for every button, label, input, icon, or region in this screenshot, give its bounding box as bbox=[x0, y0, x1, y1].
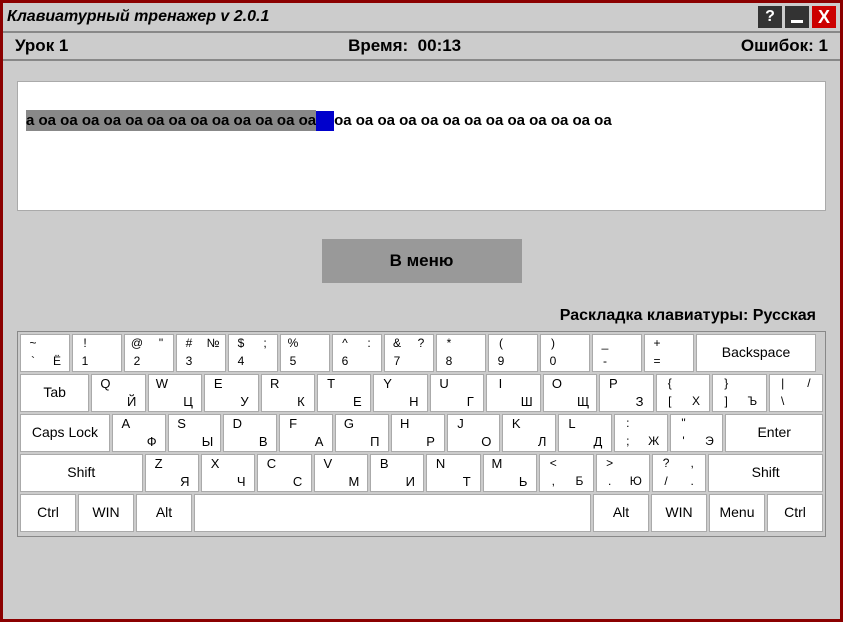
key-n[interactable]: NТ bbox=[426, 454, 480, 492]
key-r4-8[interactable]: >.Ю bbox=[596, 454, 650, 492]
key-ctrl-left[interactable]: Ctrl bbox=[20, 494, 76, 532]
key-4[interactable]: $;4 bbox=[228, 334, 278, 372]
key-j[interactable]: JО bbox=[447, 414, 501, 452]
key-6[interactable]: ^:6 bbox=[332, 334, 382, 372]
close-button[interactable]: X bbox=[812, 6, 836, 28]
keyboard-row-1: ~`Ё!1@"2#№3$;4%5^:6&?7*8(9)0_-+=Backspac… bbox=[20, 334, 823, 372]
key-menu[interactable]: Menu bbox=[709, 494, 765, 532]
key-w[interactable]: WЦ bbox=[148, 374, 202, 412]
app-title: Клавиатурный тренажер v 2.0.1 bbox=[7, 8, 269, 26]
key-x[interactable]: XЧ bbox=[201, 454, 255, 492]
layout-label: Раскладка клавиатуры: Русская bbox=[17, 303, 826, 331]
key-y[interactable]: YН bbox=[373, 374, 427, 412]
key-q[interactable]: QЙ bbox=[91, 374, 145, 412]
cursor bbox=[316, 111, 334, 131]
key-alt-left[interactable]: Alt bbox=[136, 494, 192, 532]
key-9[interactable]: (9 bbox=[488, 334, 538, 372]
key-r4-9[interactable]: ?,/. bbox=[652, 454, 706, 492]
key-s[interactable]: SЫ bbox=[168, 414, 222, 452]
key-backspace[interactable]: Backspace bbox=[696, 334, 816, 372]
key-z[interactable]: ZЯ bbox=[145, 454, 199, 492]
key-b[interactable]: BИ bbox=[370, 454, 424, 492]
lesson-label: Урок 1 bbox=[15, 36, 68, 56]
help-button[interactable]: ? bbox=[758, 6, 782, 28]
key-d[interactable]: DВ bbox=[223, 414, 277, 452]
key-=[interactable]: += bbox=[644, 334, 694, 372]
key-t[interactable]: TЕ bbox=[317, 374, 371, 412]
key-r2-10[interactable]: {[Х bbox=[656, 374, 710, 412]
key-ctrl-right[interactable]: Ctrl bbox=[767, 494, 823, 532]
key-i[interactable]: IШ bbox=[486, 374, 540, 412]
titlebar: Клавиатурный тренажер v 2.0.1 ? X bbox=[3, 3, 840, 31]
app-window: Клавиатурный тренажер v 2.0.1 ? X Урок 1… bbox=[0, 0, 843, 622]
content-area: а оа оа оа оа оа оа оа оа оа оа оа оа оа… bbox=[3, 61, 840, 619]
key-r3-10[interactable]: "'Э bbox=[670, 414, 724, 452]
keyboard-row-5: CtrlWINAltAltWINMenuCtrl bbox=[20, 494, 823, 532]
key-r2-11[interactable]: }]Ъ bbox=[712, 374, 766, 412]
key-shift-right[interactable]: Shift bbox=[708, 454, 823, 492]
key-f[interactable]: FА bbox=[279, 414, 333, 452]
key-l[interactable]: LД bbox=[558, 414, 612, 452]
typing-line: а оа оа оа оа оа оа оа оа оа оа оа оа оа… bbox=[26, 110, 817, 131]
key-0[interactable]: )0 bbox=[540, 334, 590, 372]
keyboard-row-3: Caps LockAФSЫDВFАGПHРJОKЛLД:;Ж"'ЭEnter bbox=[20, 414, 823, 452]
key-h[interactable]: HР bbox=[391, 414, 445, 452]
key-alt-right[interactable]: Alt bbox=[593, 494, 649, 532]
minimize-icon bbox=[791, 20, 803, 23]
status-bar: Урок 1 Время: 00:13 Ошибок: 1 bbox=[3, 31, 840, 61]
key-o[interactable]: OЩ bbox=[543, 374, 597, 412]
key-tab[interactable]: Tab bbox=[20, 374, 89, 412]
key-shift-left[interactable]: Shift bbox=[20, 454, 143, 492]
key-k[interactable]: KЛ bbox=[502, 414, 556, 452]
key-g[interactable]: GП bbox=[335, 414, 389, 452]
key-`[interactable]: ~`Ё bbox=[20, 334, 70, 372]
virtual-keyboard: ~`Ё!1@"2#№3$;4%5^:6&?7*8(9)0_-+=Backspac… bbox=[17, 331, 826, 537]
key-7[interactable]: &?7 bbox=[384, 334, 434, 372]
key--[interactable]: _- bbox=[592, 334, 642, 372]
minimize-button[interactable] bbox=[785, 6, 809, 28]
key-5[interactable]: %5 bbox=[280, 334, 330, 372]
key-p[interactable]: PЗ bbox=[599, 374, 653, 412]
key-v[interactable]: VМ bbox=[314, 454, 368, 492]
key-c[interactable]: CС bbox=[257, 454, 311, 492]
key-capslock[interactable]: Caps Lock bbox=[20, 414, 110, 452]
time-display: Время: 00:13 bbox=[68, 36, 741, 56]
key-r[interactable]: RК bbox=[261, 374, 315, 412]
remaining-text: оа оа оа оа оа оа оа оа оа оа оа оа оа bbox=[334, 110, 612, 131]
key-win-left[interactable]: WIN bbox=[78, 494, 134, 532]
key-a[interactable]: AФ bbox=[112, 414, 166, 452]
keyboard-row-4: ShiftZЯXЧCСVМBИNТMЬ<,Б>.Ю?,/.Shift bbox=[20, 454, 823, 492]
typed-text: а оа оа оа оа оа оа оа оа оа оа оа оа оа bbox=[26, 110, 316, 131]
key-u[interactable]: UГ bbox=[430, 374, 484, 412]
key-space[interactable] bbox=[194, 494, 591, 532]
keyboard-row-2: TabQЙWЦEУRКTЕYНUГIШOЩPЗ{[Х}]Ъ|/\ bbox=[20, 374, 823, 412]
key-8[interactable]: *8 bbox=[436, 334, 486, 372]
errors-display: Ошибок: 1 bbox=[741, 36, 828, 56]
key-r2-12[interactable]: |/\ bbox=[769, 374, 823, 412]
key-r4-7[interactable]: <,Б bbox=[539, 454, 593, 492]
key-enter[interactable]: Enter bbox=[725, 414, 823, 452]
typing-area[interactable]: а оа оа оа оа оа оа оа оа оа оа оа оа оа… bbox=[17, 81, 826, 211]
menu-button[interactable]: В меню bbox=[322, 239, 522, 283]
key-1[interactable]: !1 bbox=[72, 334, 122, 372]
key-r3-9[interactable]: :;Ж bbox=[614, 414, 668, 452]
key-m[interactable]: MЬ bbox=[483, 454, 537, 492]
key-3[interactable]: #№3 bbox=[176, 334, 226, 372]
key-2[interactable]: @"2 bbox=[124, 334, 174, 372]
key-e[interactable]: EУ bbox=[204, 374, 258, 412]
key-win-right[interactable]: WIN bbox=[651, 494, 707, 532]
